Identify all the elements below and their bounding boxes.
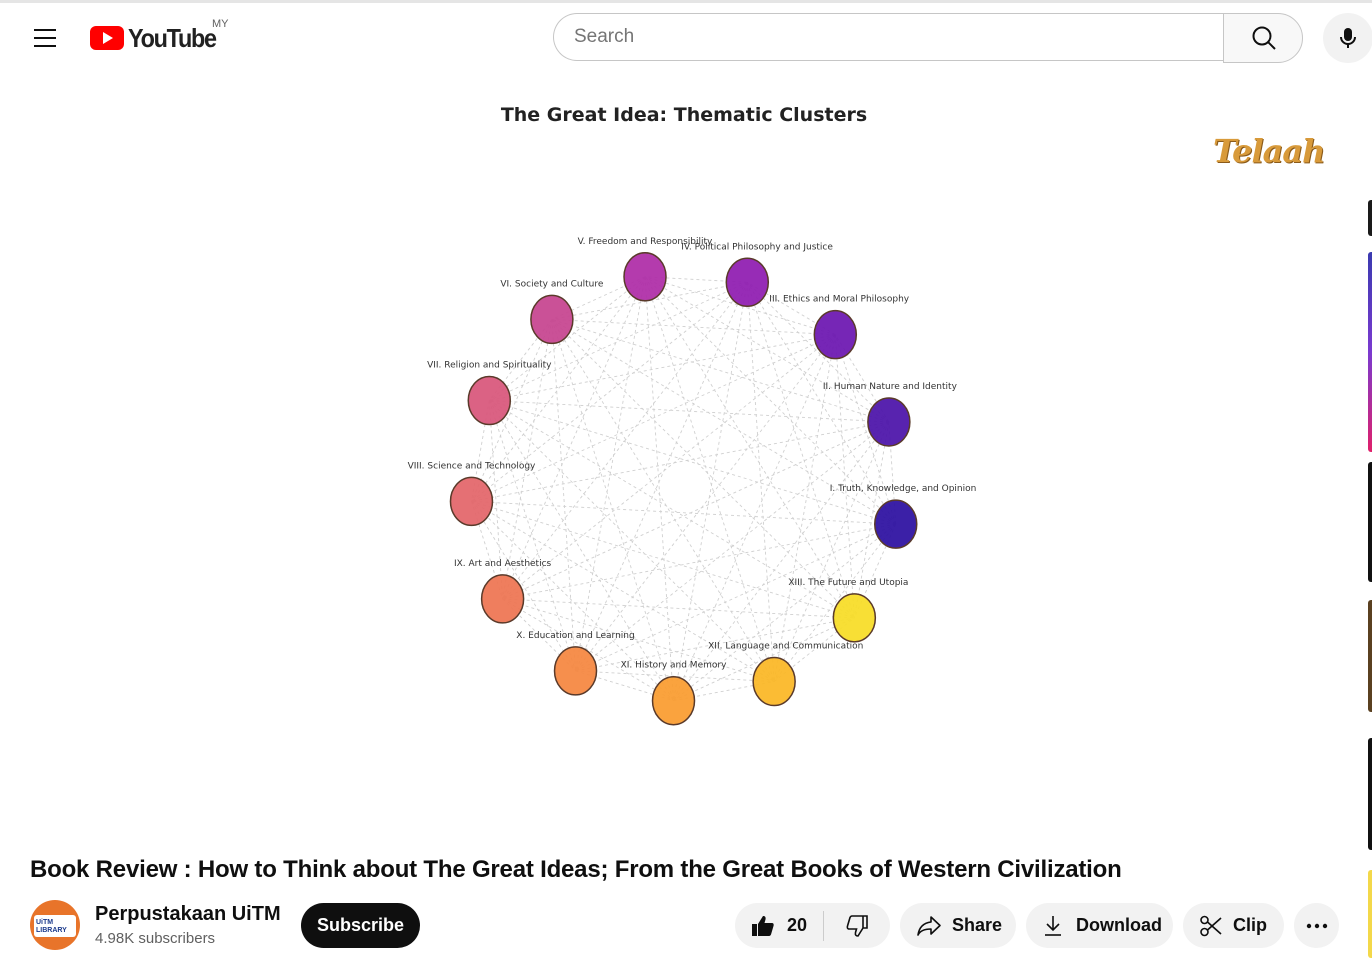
network-edge — [551, 319, 576, 671]
recommendation-thumbnail-edge[interactable] — [1368, 600, 1372, 712]
youtube-logo[interactable]: YouTube — [90, 22, 226, 54]
network-edge — [746, 282, 775, 682]
network-edge — [502, 334, 836, 600]
cluster-node-label: XII. Language and Communication — [708, 642, 863, 652]
cluster-node-label: XIII. The Future and Utopia — [788, 578, 908, 588]
recommendation-thumbnail-edge[interactable] — [1368, 200, 1372, 236]
search-box — [553, 13, 1223, 61]
cluster-node — [725, 257, 770, 308]
network-edge — [551, 319, 855, 619]
cluster-node-label: V. Freedom and Responsibility — [578, 237, 713, 247]
top-border — [0, 0, 1372, 3]
avatar-logo-text: UiTM LIBRARY — [36, 919, 67, 935]
clip-label: Clip — [1233, 915, 1267, 935]
cluster-node — [752, 656, 796, 707]
video-title: Book Review : How to Think about The Gre… — [30, 856, 1122, 883]
cluster-node — [553, 646, 598, 696]
download-icon — [1045, 915, 1061, 936]
youtube-play-icon — [90, 26, 124, 50]
network-edge — [489, 281, 748, 401]
video-chart-title: The Great Idea: Thematic Clusters — [500, 104, 868, 126]
cluster-node — [623, 252, 667, 302]
network-edge — [773, 523, 897, 682]
recommendation-thumbnail-edge[interactable] — [1368, 738, 1372, 850]
network-edge — [673, 282, 748, 701]
cluster-node — [449, 476, 494, 527]
search-input[interactable] — [554, 14, 1223, 60]
cluster-node-label: III. Ethics and Moral Philosophy — [769, 295, 909, 305]
network-edge — [834, 334, 855, 618]
download-label: Download — [1076, 915, 1162, 935]
thumbs-down-icon — [846, 914, 868, 937]
cluster-node — [651, 675, 696, 726]
search-icon — [1252, 26, 1276, 50]
channel-name[interactable]: Perpustakaan UiTM — [95, 903, 281, 926]
cluster-node — [873, 499, 918, 549]
share-button[interactable]: Share — [900, 903, 1016, 948]
network-edge — [644, 276, 775, 682]
like-button[interactable]: 20 — [735, 903, 823, 948]
more-horizontal-icon — [1306, 923, 1327, 928]
cluster-node-label: VIII. Science and Technology — [408, 461, 536, 471]
cluster-node-label: VII. Religion and Spirituality — [427, 360, 552, 370]
search-button[interactable] — [1223, 13, 1303, 63]
clip-button[interactable]: Clip — [1183, 903, 1284, 948]
cluster-node — [530, 294, 574, 345]
cluster-node-label: VI. Society and Culture — [500, 279, 603, 289]
channel-avatar[interactable]: UiTM LIBRARY — [30, 900, 80, 950]
network-edge — [575, 276, 646, 671]
cluster-node-label: II. Human Nature and Identity — [823, 382, 958, 392]
microphone-icon — [1340, 28, 1356, 48]
menu-icon[interactable] — [24, 20, 66, 56]
network-edge — [551, 319, 775, 682]
cluster-node-label: IX. Art and Aesthetics — [454, 559, 552, 569]
more-actions-button[interactable] — [1294, 903, 1339, 948]
voice-search-button[interactable] — [1323, 13, 1372, 63]
cluster-node-label: I. Truth, Knowledge, and Opinion — [830, 484, 977, 494]
cluster-node-label: X. Education and Learning — [516, 631, 634, 641]
scissors-icon — [1200, 915, 1222, 936]
country-code: MY — [212, 18, 229, 30]
avatar-text-line1: UiTM — [36, 919, 54, 926]
thematic-cluster-network: I. Truth, Knowledge, and Opinion II. Huma… — [408, 237, 977, 726]
cluster-node — [813, 309, 858, 360]
logo-text: YouTube — [128, 22, 217, 53]
subscribe-button[interactable]: Subscribe — [301, 903, 420, 948]
recommendation-thumbnail-edge[interactable] — [1368, 870, 1372, 958]
share-icon — [917, 915, 941, 936]
download-button[interactable]: Download — [1026, 903, 1173, 948]
cluster-node — [467, 375, 512, 426]
subscriber-count: 4.98K subscribers — [95, 930, 216, 947]
cluster-node — [867, 397, 911, 447]
avatar-text-line2: LIBRARY — [36, 927, 67, 934]
cluster-node — [480, 574, 525, 624]
like-count: 20 — [787, 915, 808, 935]
dislike-button[interactable] — [824, 903, 890, 948]
network-edge — [575, 282, 748, 672]
cluster-node — [832, 593, 877, 643]
like-dislike-group: 20 — [735, 903, 890, 948]
recommendation-thumbnail-edge[interactable] — [1368, 252, 1372, 452]
network-edge — [551, 319, 674, 701]
cluster-node-label: XI. History and Memory — [621, 661, 727, 671]
network-edge — [488, 276, 646, 401]
share-label: Share — [952, 915, 1003, 935]
recommendation-thumbnail-edge[interactable] — [1368, 462, 1372, 582]
network-edge — [575, 334, 836, 672]
video-player[interactable]: I. Truth, Knowledge, and Opinion II. Huma… — [0, 80, 1372, 840]
channel-watermark: Telaah — [1213, 132, 1325, 170]
network-edge — [502, 276, 646, 600]
thumbs-up-icon — [752, 915, 774, 936]
